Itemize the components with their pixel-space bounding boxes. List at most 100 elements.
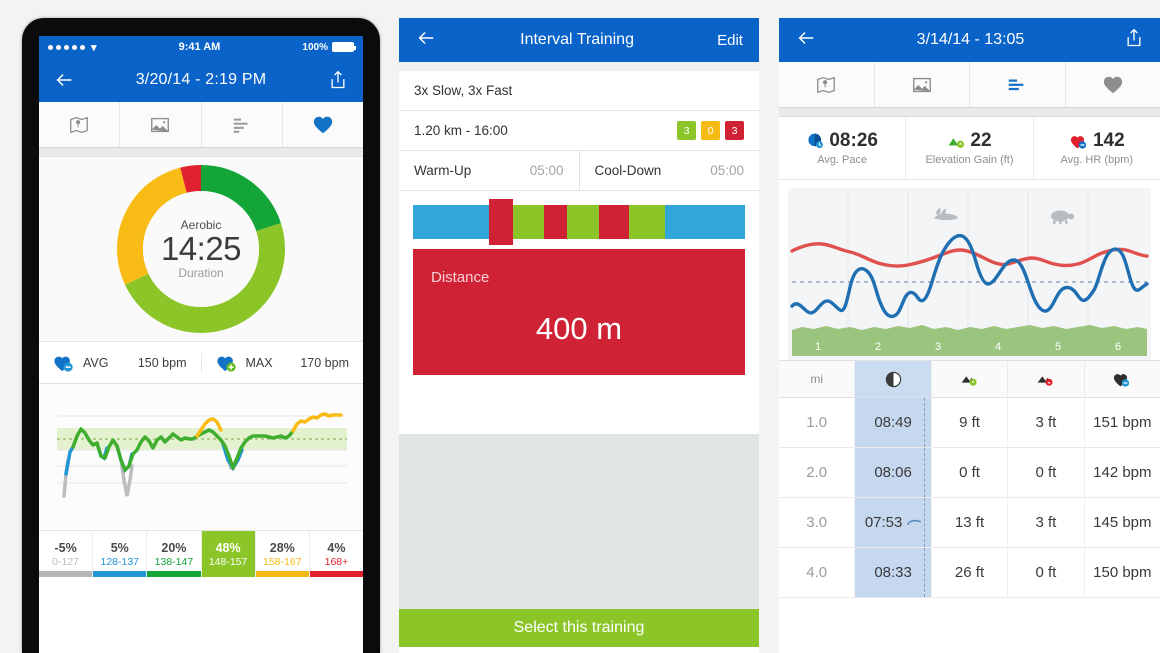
tab-map[interactable] [779,62,875,107]
tab-stats[interactable] [202,102,283,147]
cell-elevation-gain: 0 ft [932,448,1009,497]
share-button[interactable] [1124,28,1144,53]
battery-indicator: 100% [302,41,356,53]
zone-color-bar [309,571,363,577]
select-training-button[interactable]: Select this training [399,609,759,647]
interval-segment-selected[interactable] [489,199,513,245]
table-row[interactable]: 2.0 08:06 0 ft 0 ft 142 bpm [779,448,1160,498]
tab-stats[interactable] [970,62,1066,107]
interval-segment-slow[interactable] [628,205,666,239]
stat-value: 22 [970,130,992,151]
back-button[interactable] [795,27,817,54]
panel3-navbar: 3/14/14 - 13:05 [779,18,1160,62]
cell-elevation-gain: 9 ft [932,398,1009,447]
map-pin-icon [70,116,89,133]
interval-segment-slow[interactable] [567,205,599,239]
zone-item[interactable]: 5% 128-137 [93,531,148,577]
cell-pace: 08:33 [855,548,932,597]
photo-icon [151,117,170,132]
training-summary-row[interactable]: 1.20 km - 16:00 3 0 3 [399,111,759,151]
distance-card[interactable]: Distance 400 m [413,249,745,375]
cell-avg-hr: 150 bpm [1093,564,1152,581]
battery-icon [331,42,356,52]
page-title: 3/20/14 - 2:19 PM [135,71,267,88]
interval-structure-bar [399,191,759,247]
stat-value: 08:26 [829,130,878,151]
hr-max-cell: MAX 170 bpm [200,352,364,373]
cell-elevation-loss: 0 ft [1008,548,1085,597]
stat-avg-hr: 142 Avg. HR (bpm) [1032,117,1160,179]
bar-chart-icon [233,118,248,133]
arrow-left-icon [798,31,814,44]
page-title: Interval Training [520,31,634,48]
donut-duration-caption: Duration [178,266,224,280]
table-row[interactable]: 3.0 07:53 13 ft 3 ft 145 bpm [779,498,1160,548]
stat-value-row: 142 [1069,130,1125,152]
hr-timeline-svg [57,412,347,498]
tabbar-separator [39,148,363,157]
photo-icon [912,77,931,92]
panel1-navbar: 3/20/14 - 2:19 PM [39,58,363,102]
share-button[interactable] [327,69,349,91]
interval-segment-fast[interactable] [544,205,568,239]
signal-dot-icon [64,44,69,50]
zone-item[interactable]: 28% 158-167 [255,531,310,577]
zone-range: 128-137 [100,555,140,568]
warmup-cell[interactable]: Warm-Up 05:00 [399,151,579,190]
interval-segment-slow[interactable] [512,205,545,239]
status-bar: ▾ 9:41 AM 100% [39,36,363,58]
pace-hr-elevation-chart[interactable]: 1 2 3 4 5 6 [788,188,1151,360]
table-row[interactable]: 4.0 08:33 26 ft 0 ft 150 bpm [779,548,1160,598]
cooldown-cell[interactable]: Cool-Down 05:00 [578,151,760,190]
tab-map[interactable] [39,102,121,147]
interval-segment-warmup[interactable] [413,205,490,239]
hr-summary-row: AVG 150 bpm MAX 170 bpm [39,342,363,384]
tab-heart-rate[interactable] [1066,62,1160,107]
col-header-elevation-loss [1008,361,1085,397]
tab-photos[interactable] [120,102,202,147]
hr-zone-distribution-bar: -5% 0-127 5% 128-137 20% 138-147 48% 148… [39,531,363,577]
signal-indicator: ▾ [48,41,97,54]
cell-elevation-loss: 0 ft [1008,448,1085,497]
tab-heart-rate[interactable] [283,102,363,147]
stat-elevation-gain: 22 Elevation Gain (ft) [905,117,1032,179]
stat-value: 142 [1092,130,1125,151]
col-header-avg-hr [1085,361,1160,397]
back-button[interactable] [415,27,437,54]
zone-color-bar [255,571,309,577]
zone-item[interactable]: -5% 0-127 [39,531,94,577]
fastest-split-marker-icon [907,519,922,526]
back-button[interactable] [53,69,75,91]
zone-color-bar [147,571,201,577]
zone-item-selected[interactable]: 48% 148-157 [201,531,256,577]
cell-mile: 4.0 [779,548,856,597]
interval-segments[interactable] [413,199,745,245]
zone-item[interactable]: 20% 138-147 [147,531,202,577]
training-name-row[interactable]: 3x Slow, 3x Fast [399,71,759,111]
tab-photos[interactable] [875,62,970,107]
interval-segment-fast[interactable] [598,205,629,239]
badge-medium: 0 [701,121,720,140]
zone-percent: 5% [110,540,129,555]
interval-segment-cooldown[interactable] [665,205,745,239]
hr-zone-donut-chart: Aerobic 14:25 Duration [117,165,285,333]
interval-count-badges: 3 0 3 [677,121,744,140]
workout-splits-panel: 3/14/14 - 13:05 08:26 Avg. Pace 22 Eleva… [779,18,1160,653]
donut-duration-value: 14:25 [160,230,242,267]
stat-value-row: 08:26 [806,130,878,152]
zone-range: 158-167 [263,555,302,568]
hr-avg-label: AVG [83,355,109,370]
heart-avg-icon [54,356,73,372]
badge-slow: 3 [677,121,696,140]
zone-color-bar [39,571,93,577]
heart-avg-icon [1070,135,1087,149]
chart-tick-5: 5 [1055,341,1061,353]
empty-content-area [399,434,759,609]
splits-table-header: mi [779,360,1160,398]
warmup-label: Warm-Up [414,163,472,178]
table-row[interactable]: 1.0 08:49 9 ft 3 ft 151 bpm [779,398,1160,448]
edit-button[interactable]: Edit [717,32,743,49]
zone-item[interactable]: 4% 168+ [309,531,363,577]
zone-percent: 20% [161,540,187,555]
battery-percent-label: 100% [302,41,328,53]
